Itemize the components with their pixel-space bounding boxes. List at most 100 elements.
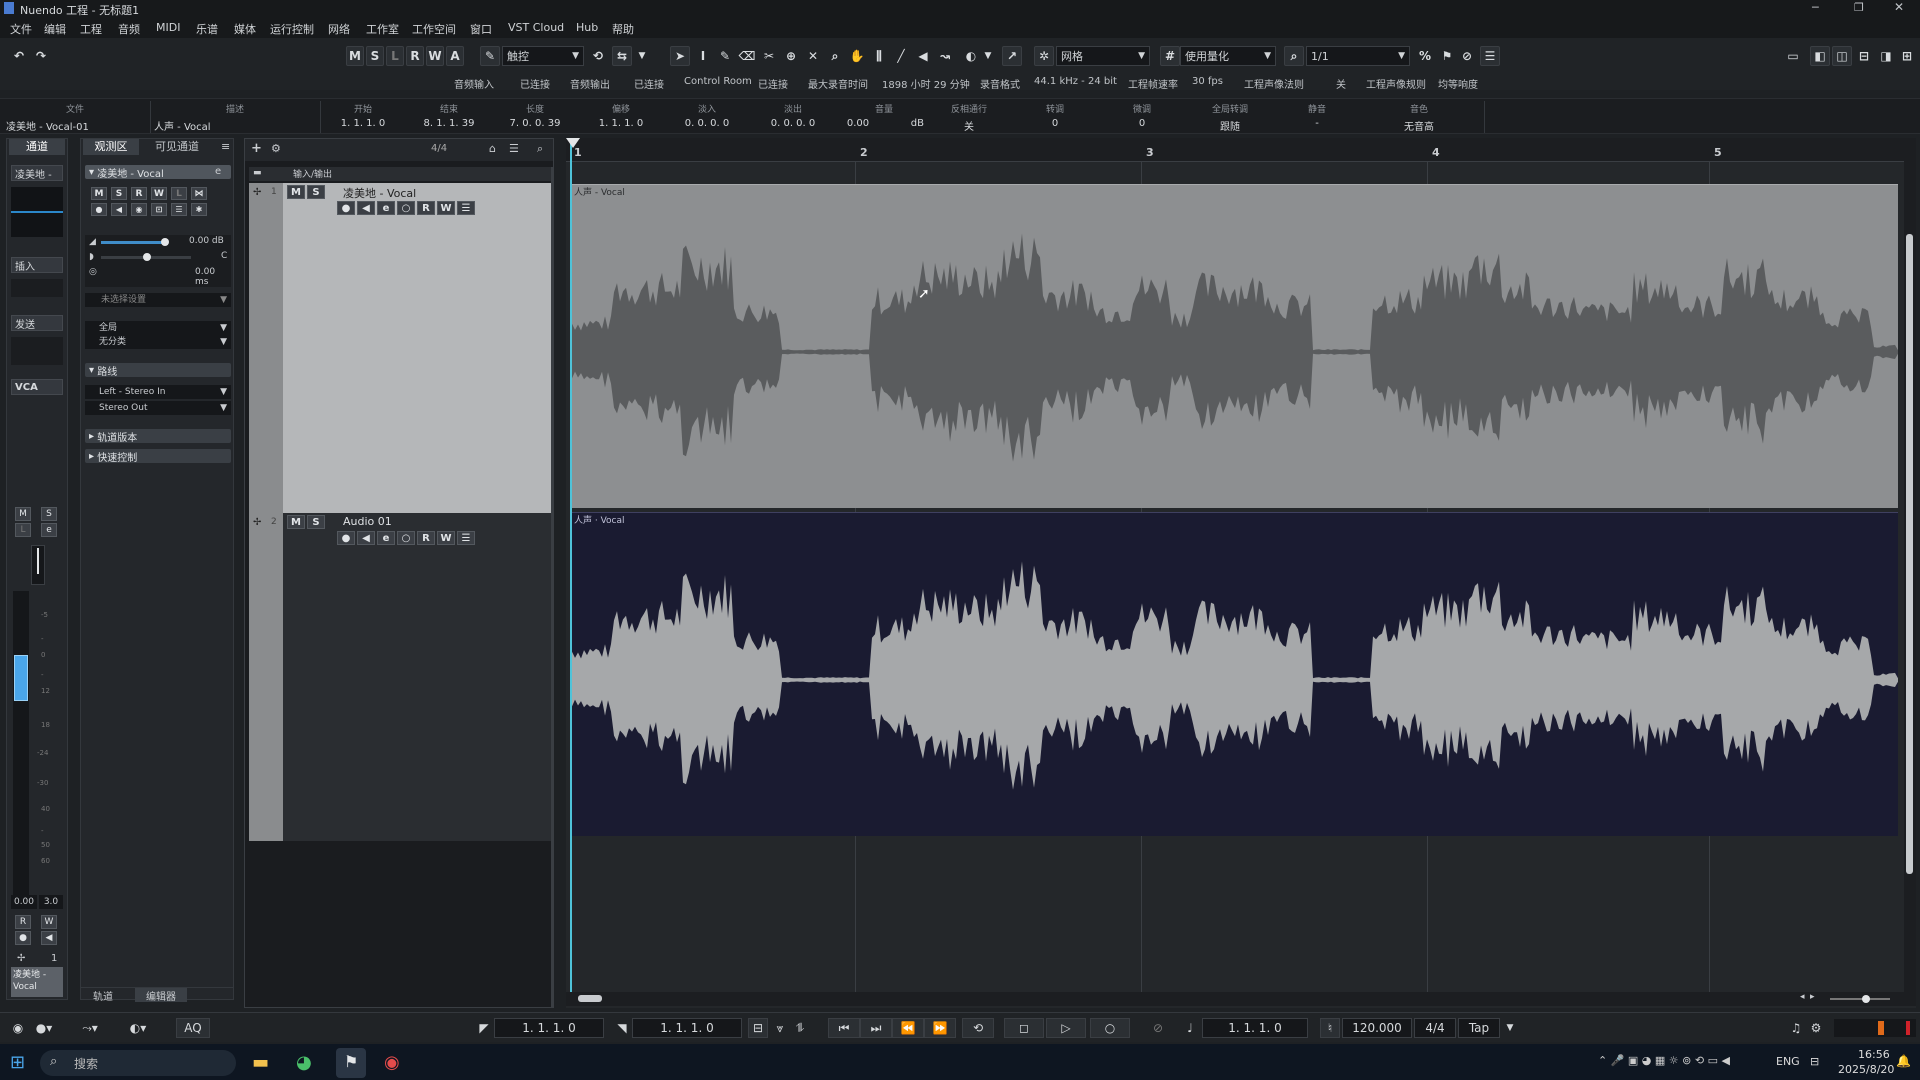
pan-value[interactable]: 3.0 bbox=[39, 895, 63, 909]
snap-type-select[interactable]: 网格 ▼ bbox=[1056, 46, 1150, 66]
inspector-write-button[interactable]: W bbox=[151, 187, 167, 200]
track-edit-button[interactable]: e bbox=[377, 201, 395, 215]
zoom-slider-handle[interactable] bbox=[1862, 995, 1870, 1003]
track-lanes-button[interactable]: ☰ bbox=[457, 531, 475, 545]
delay-value[interactable]: 0.00 ms bbox=[195, 267, 231, 287]
vertical-scroll-thumb[interactable] bbox=[1906, 234, 1913, 874]
channel-name-button[interactable]: 凌美地 - bbox=[11, 165, 63, 181]
split-tool-icon[interactable]: ✂ bbox=[760, 46, 778, 66]
track-solo-button[interactable]: S bbox=[307, 185, 325, 199]
channel-mute-button[interactable]: M bbox=[15, 507, 31, 521]
menu-window[interactable]: 窗口 bbox=[470, 21, 492, 37]
pan-slider-handle[interactable] bbox=[143, 253, 151, 261]
fader-track[interactable] bbox=[13, 591, 29, 897]
go-to-end-button[interactable]: ⏭ bbox=[860, 1018, 892, 1038]
track-row[interactable]: ✢ 1 M S 凌美地 - Vocal ● ◀ e ○ R W ☰ bbox=[249, 183, 551, 513]
channel-listen-button[interactable]: L bbox=[15, 523, 31, 537]
tray-icons[interactable]: ⌃ 🎤 ▣ ◕ ▦ ☼ ⊚ ⟲ ▭ ◀ bbox=[1598, 1054, 1730, 1067]
track-versions-section-header[interactable]: ▸ 轨道版本 bbox=[85, 429, 231, 444]
menu-audio[interactable]: 音频 bbox=[118, 21, 140, 37]
top-zone-icon[interactable]: ◫ bbox=[1832, 46, 1852, 66]
automation-panel-icon[interactable]: ◐▾ bbox=[124, 1018, 152, 1038]
object-selection-tool-icon[interactable]: ➤ bbox=[670, 46, 690, 66]
inspector-record-button[interactable]: ● bbox=[91, 203, 107, 216]
channel-monitor-button[interactable]: ◀ bbox=[41, 931, 57, 945]
snap-icon[interactable]: ✲ bbox=[1034, 46, 1054, 66]
punch-icon[interactable]: ⤳▾ bbox=[76, 1018, 104, 1038]
restore-icon[interactable]: ❐ bbox=[1854, 1, 1864, 14]
menu-media[interactable]: 媒体 bbox=[234, 21, 256, 37]
nuendo-taskbar-button[interactable]: ⚑ bbox=[336, 1048, 366, 1078]
track-write-button[interactable]: W bbox=[437, 201, 455, 215]
search-icon[interactable]: ⌕ bbox=[537, 142, 543, 156]
record-mode-icon[interactable]: ●▾ bbox=[30, 1018, 58, 1038]
inspector-lock-button[interactable]: ⊡ bbox=[151, 203, 167, 216]
info-value-pitch[interactable]: 无音高 bbox=[1354, 118, 1484, 133]
window-layout-icon[interactable]: ▭ bbox=[1784, 46, 1802, 66]
metronome-icon[interactable]: ⊘ bbox=[1146, 1018, 1170, 1038]
info-value-offset[interactable]: 1. 1. 1. 0 bbox=[578, 118, 664, 129]
menu-project[interactable]: 工程 bbox=[80, 21, 102, 37]
menu-score[interactable]: 乐谱 bbox=[196, 21, 218, 37]
forward-button[interactable]: ⏩ bbox=[924, 1018, 956, 1038]
zoom-tool-icon[interactable]: ⌕ bbox=[826, 46, 844, 66]
tab-inspector[interactable]: 观测区 bbox=[83, 139, 139, 155]
quantize-icon[interactable]: ⌕ bbox=[1284, 46, 1304, 66]
automation-mode-icon[interactable]: ✎ bbox=[480, 46, 500, 66]
chevron-down-icon[interactable]: ▼ bbox=[636, 46, 648, 66]
loop-icon[interactable]: ⟲ bbox=[590, 46, 606, 66]
track-record-button[interactable]: ● bbox=[337, 201, 355, 215]
right-locator-icon[interactable]: ◥ bbox=[612, 1018, 632, 1038]
inspector-monitor-button[interactable]: ◀ bbox=[111, 203, 127, 216]
minimize-icon[interactable]: ─ bbox=[1812, 1, 1819, 14]
track-read-button[interactable]: R bbox=[417, 201, 435, 215]
ruler[interactable]: 1 2 3 4 5 bbox=[566, 138, 1904, 162]
right-zone-icon[interactable]: ◨ bbox=[1876, 46, 1896, 66]
record-button[interactable]: ○ bbox=[1090, 1018, 1130, 1038]
fader-value[interactable]: 0.00 bbox=[11, 895, 37, 909]
track-mute-button[interactable]: M bbox=[287, 185, 305, 199]
output-routing-select[interactable]: Stereo Out ▼ bbox=[85, 401, 231, 415]
tab-channel[interactable]: 通道 bbox=[9, 139, 65, 155]
audio-event[interactable]: 人声 - Vocal bbox=[572, 184, 1898, 508]
menu-transport[interactable]: 运行控制 bbox=[270, 21, 314, 37]
warp-tool-icon[interactable]: ↝ bbox=[936, 46, 954, 66]
cycle-button[interactable]: ⟲ bbox=[962, 1018, 994, 1038]
volume-value[interactable]: 0.00 dB bbox=[189, 236, 224, 246]
insert-section-button[interactable]: 插入 bbox=[11, 257, 63, 273]
glue-tool-icon[interactable]: ⊕ bbox=[782, 46, 800, 66]
routing-section-header[interactable]: ▾ 路线 bbox=[85, 363, 231, 378]
lower-zone-icon[interactable]: ⊟ bbox=[1854, 46, 1874, 66]
info-value-start[interactable]: 1. 1. 1. 0 bbox=[320, 118, 406, 129]
project-cursor[interactable] bbox=[570, 138, 572, 992]
menu-edit[interactable]: 编辑 bbox=[44, 21, 66, 37]
write-toggle-button[interactable]: W bbox=[426, 46, 444, 66]
close-icon[interactable]: ✕ bbox=[1894, 0, 1904, 14]
network-icon[interactable]: ⊟ bbox=[1810, 1055, 1819, 1068]
vertical-scrollbar[interactable] bbox=[1904, 138, 1916, 1006]
horizontal-scrollbar[interactable]: ◂ ▸ bbox=[566, 992, 1904, 1006]
track-row[interactable]: ✢ 2 M S Audio 01 ● ◀ e ○ R W ☰ bbox=[249, 513, 551, 841]
inspector-mute-button[interactable]: M bbox=[91, 187, 107, 200]
info-value-transpose[interactable]: 0 bbox=[1006, 118, 1104, 129]
info-value-finetune[interactable]: 0 bbox=[1104, 118, 1180, 129]
eq-curve-select[interactable]: 全局 ▼ bbox=[85, 321, 231, 335]
menu-vst-cloud[interactable]: VST Cloud bbox=[508, 21, 564, 34]
menu-hub[interactable]: Hub bbox=[576, 21, 598, 34]
chevron-down-icon[interactable]: ▼ bbox=[1500, 1018, 1520, 1038]
tap-tempo-button[interactable]: Tap bbox=[1458, 1018, 1500, 1038]
inspector-snap-button[interactable]: ✱ bbox=[191, 203, 207, 216]
track-timebase-button[interactable]: ○ bbox=[397, 531, 415, 545]
taskbar-search[interactable]: ⌕ 搜索 bbox=[40, 1050, 236, 1076]
track-timebase-button[interactable]: ○ bbox=[397, 201, 415, 215]
info-value-fade-in[interactable]: 0. 0. 0. 0 bbox=[664, 118, 750, 129]
inspector-read-button[interactable]: R bbox=[131, 187, 147, 200]
language-indicator[interactable]: ENG bbox=[1776, 1055, 1800, 1068]
listen-toggle-button[interactable]: L bbox=[386, 46, 404, 66]
track-presets-icon[interactable]: ⚙ bbox=[271, 142, 281, 155]
comp-tool-icon[interactable]: ⫼ bbox=[870, 46, 888, 66]
chrome-icon[interactable]: ◕ bbox=[296, 1052, 312, 1073]
zoom-slider[interactable] bbox=[1830, 998, 1890, 1000]
automation-mode-select[interactable]: 触控 ▼ bbox=[502, 46, 584, 66]
edit-channel-icon[interactable]: e bbox=[215, 166, 221, 177]
